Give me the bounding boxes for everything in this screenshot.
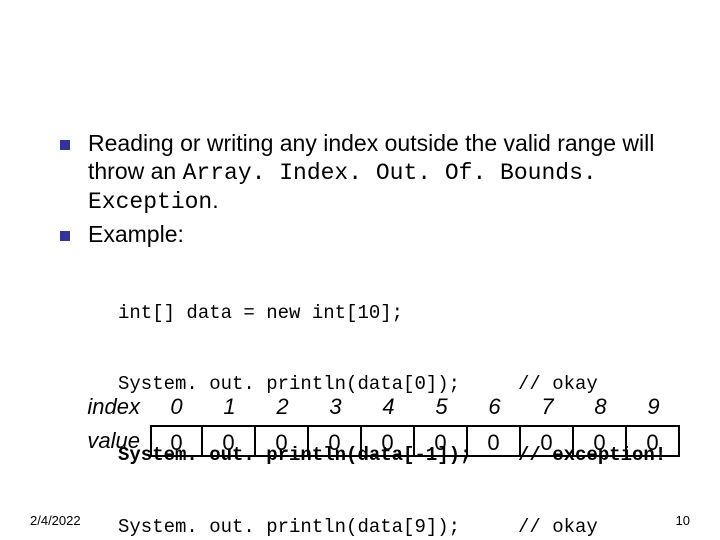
- value-cell: 0: [150, 425, 203, 457]
- index-cell: 1: [203, 394, 256, 420]
- slide: Reading or writing any index outside the…: [0, 0, 720, 540]
- footer-date: 2/4/2022: [30, 513, 81, 528]
- bullet-text: Reading or writing any index outside the…: [88, 130, 700, 217]
- code-line: System. out. println(data[9]);// okay: [118, 516, 700, 540]
- code-line: int[] data = new int[10];: [118, 302, 700, 326]
- index-cell: 4: [362, 394, 415, 420]
- footer-page-number: 10: [676, 513, 690, 528]
- value-row: value 0 0 0 0 0 0 0 0 0 0: [62, 424, 682, 458]
- code-text: System. out. println(data[9]);: [118, 516, 518, 540]
- value-cell: 0: [256, 425, 309, 457]
- array-table: index 0 1 2 3 4 5 6 7 8 9 value 0 0 0 0 …: [62, 390, 682, 458]
- code-text: int[] data = new int[10];: [118, 302, 518, 326]
- index-cell: 9: [627, 394, 680, 420]
- index-cell: 6: [468, 394, 521, 420]
- square-bullet-icon: [60, 231, 70, 241]
- index-cell: 3: [309, 394, 362, 420]
- value-cell: 0: [627, 425, 680, 457]
- code-comment: // okay: [518, 516, 598, 540]
- value-cell: 0: [574, 425, 627, 457]
- value-cell: 0: [203, 425, 256, 457]
- value-cell: 0: [468, 425, 521, 457]
- square-bullet-icon: [60, 140, 70, 150]
- index-cell: 7: [521, 394, 574, 420]
- value-cell: 0: [309, 425, 362, 457]
- value-cell: 0: [415, 425, 468, 457]
- index-cell: 8: [574, 394, 627, 420]
- index-cell: 5: [415, 394, 468, 420]
- content-area: Reading or writing any index outside the…: [60, 130, 700, 540]
- index-cell: 0: [150, 394, 203, 420]
- index-row: index 0 1 2 3 4 5 6 7 8 9: [62, 390, 682, 424]
- row-label: value: [62, 428, 150, 454]
- value-cell: 0: [521, 425, 574, 457]
- value-cell: 0: [362, 425, 415, 457]
- text-run: .: [212, 187, 218, 213]
- index-cell: 2: [256, 394, 309, 420]
- row-label: index: [62, 394, 150, 420]
- bullet-text: Example:: [88, 221, 184, 249]
- bullet-item: Example:: [60, 221, 700, 249]
- bullet-item: Reading or writing any index outside the…: [60, 130, 700, 217]
